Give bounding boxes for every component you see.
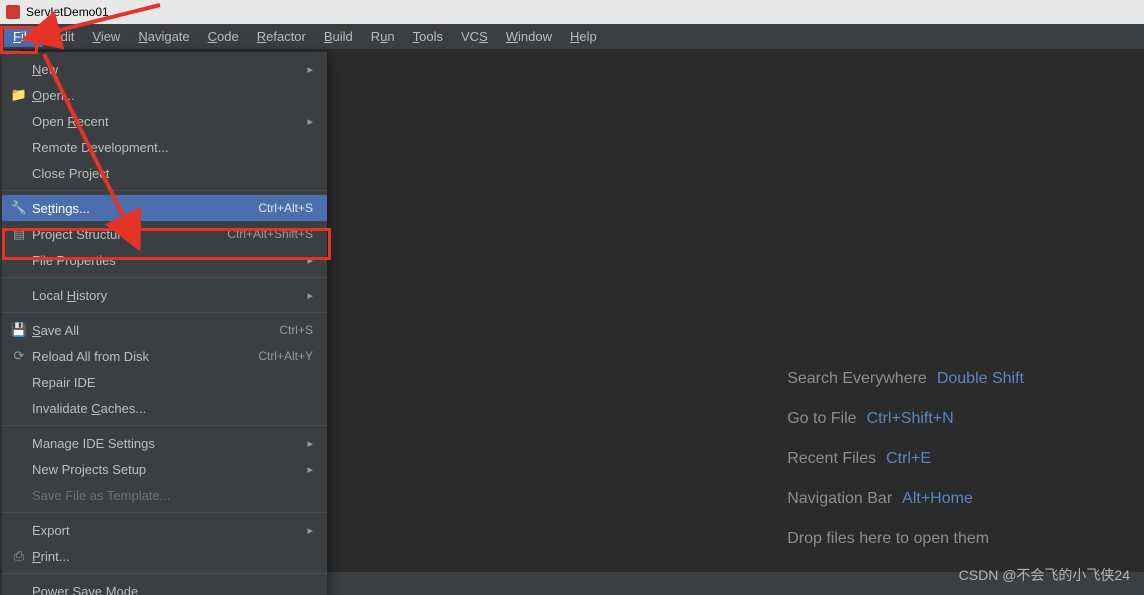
menuitem-invalidate-caches[interactable]: Invalidate Caches... <box>2 395 327 421</box>
menu-navigate[interactable]: Navigate <box>129 26 198 47</box>
menu-tools[interactable]: Tools <box>404 26 452 47</box>
folder-icon: 📁 <box>10 87 28 103</box>
menuitem-power-save[interactable]: Power Save Mode <box>2 578 327 595</box>
menuitem-project-structure[interactable]: ▤Project Structure...Ctrl+Alt+Shift+S <box>2 221 327 247</box>
menuitem-reload-disk[interactable]: ⟳Reload All from DiskCtrl+Alt+Y <box>2 343 327 369</box>
menuitem-print[interactable]: ⎙Print... <box>2 543 327 569</box>
menubar: File Edit View Navigate Code Refactor Bu… <box>0 24 1144 50</box>
menuitem-save-all[interactable]: 💾Save AllCtrl+S <box>2 317 327 343</box>
hint-gotofile-shortcut: Ctrl+Shift+N <box>867 410 954 428</box>
file-dropdown: New▸ 📁Open... Open Recent▸ Remote Develo… <box>2 52 327 595</box>
menuitem-local-history[interactable]: Local History▸ <box>2 282 327 308</box>
menu-refactor[interactable]: Refactor <box>248 26 315 47</box>
menu-file[interactable]: File <box>4 26 43 47</box>
menuitem-open-recent[interactable]: Open Recent▸ <box>2 108 327 134</box>
menu-run[interactable]: Run <box>362 26 404 47</box>
hint-search-shortcut: Double Shift <box>937 370 1024 388</box>
hint-nav-label: Navigation Bar <box>787 490 892 508</box>
menuitem-remote-dev[interactable]: Remote Development... <box>2 134 327 160</box>
separator <box>2 312 327 313</box>
separator <box>2 425 327 426</box>
separator <box>2 512 327 513</box>
title-text: ServletDemo01 <box>26 5 109 19</box>
hint-recent-label: Recent Files <box>787 450 876 468</box>
reload-icon: ⟳ <box>10 348 28 364</box>
menuitem-manage-ide-settings[interactable]: Manage IDE Settings▸ <box>2 430 327 456</box>
menu-help[interactable]: Help <box>561 26 606 47</box>
menuitem-export[interactable]: Export▸ <box>2 517 327 543</box>
menu-edit[interactable]: Edit <box>43 26 83 47</box>
menu-window[interactable]: Window <box>497 26 561 47</box>
menuitem-close-project[interactable]: Close Project <box>2 160 327 186</box>
menuitem-open[interactable]: 📁Open... <box>2 82 327 108</box>
menu-code[interactable]: Code <box>199 26 248 47</box>
menu-view[interactable]: View <box>83 26 129 47</box>
hint-search-label: Search Everywhere <box>787 370 927 388</box>
separator <box>2 277 327 278</box>
watermark: CSDN @不会飞的小飞侠24 <box>959 565 1130 585</box>
welcome-hints: Search Everywhere Double Shift Go to File… <box>787 370 1024 548</box>
menuitem-repair-ide[interactable]: Repair IDE <box>2 369 327 395</box>
menuitem-file-properties[interactable]: File Properties▸ <box>2 247 327 273</box>
menu-build[interactable]: Build <box>315 26 362 47</box>
save-icon: 💾 <box>10 322 28 338</box>
menu-vcs[interactable]: VCS <box>452 26 497 47</box>
hint-recent-shortcut: Ctrl+E <box>886 450 931 468</box>
hint-drop: Drop files here to open them <box>787 530 989 548</box>
separator <box>2 190 327 191</box>
hint-nav-shortcut: Alt+Home <box>902 490 973 508</box>
app-icon <box>6 5 20 19</box>
hint-gotofile-label: Go to File <box>787 410 856 428</box>
menuitem-new-projects-setup[interactable]: New Projects Setup▸ <box>2 456 327 482</box>
titlebar: ServletDemo01 <box>0 0 1144 24</box>
menuitem-settings[interactable]: 🔧Settings...Ctrl+Alt+S <box>2 195 327 221</box>
wrench-icon: 🔧 <box>10 200 28 216</box>
structure-icon: ▤ <box>10 226 28 242</box>
print-icon: ⎙ <box>10 548 28 564</box>
separator <box>2 573 327 574</box>
menuitem-new[interactable]: New▸ <box>2 56 327 82</box>
menuitem-save-as-template: Save File as Template... <box>2 482 327 508</box>
